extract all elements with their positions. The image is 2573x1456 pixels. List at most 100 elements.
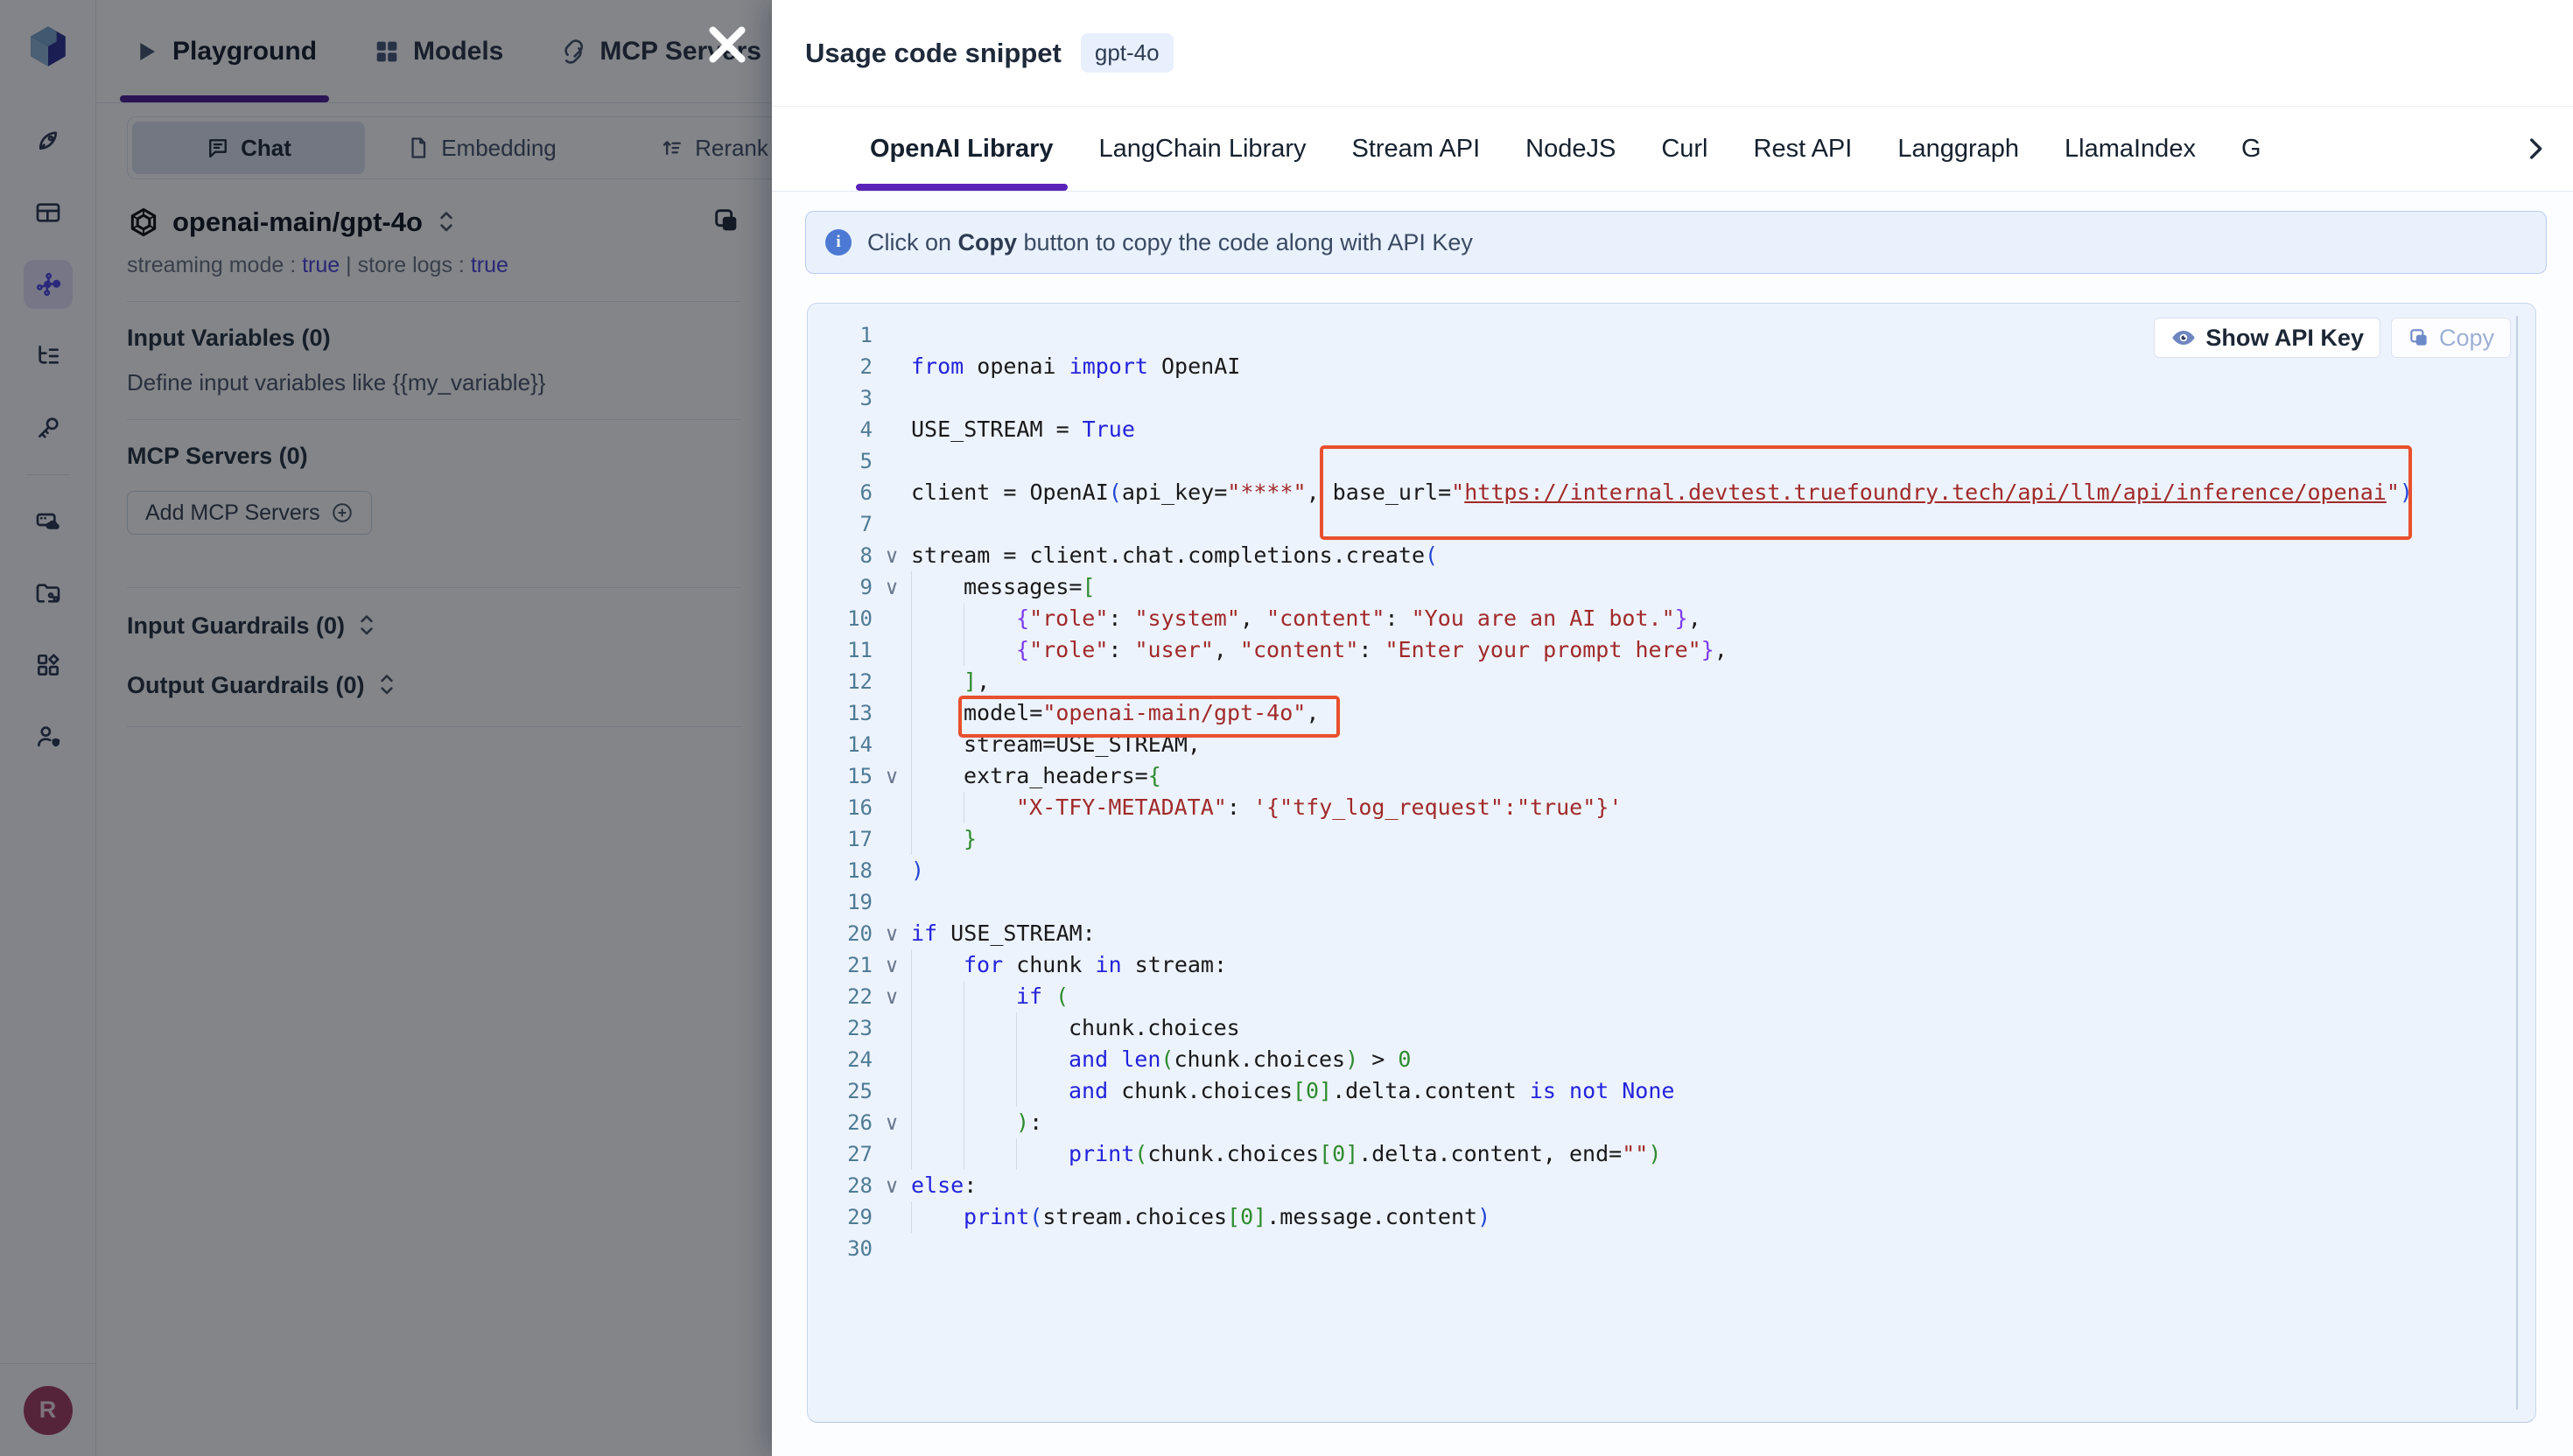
code-line-5: 5 (808, 445, 2535, 477)
code-text: else: (911, 1170, 977, 1201)
modal-tab-langgraph[interactable]: Langgraph (1875, 107, 2042, 191)
code-text: ): (911, 1107, 1042, 1138)
info-icon: i (825, 229, 852, 256)
code-text: "X-TFY-METADATA": '{"tfy_log_request":"t… (911, 792, 1622, 823)
fold-gutter (873, 414, 911, 445)
fold-chevron-icon[interactable]: ∨ (873, 949, 911, 981)
code-line-25: 25and chunk.choices[0].delta.content is … (808, 1075, 2535, 1107)
info-banner: i Click on Copy button to copy the code … (805, 211, 2547, 274)
modal-tab-langchain-library[interactable]: LangChain Library (1076, 107, 1329, 191)
fold-gutter (873, 634, 911, 666)
code-line-27: 27print(chunk.choices[0].delta.content, … (808, 1138, 2535, 1170)
line-number: 26 (808, 1107, 873, 1138)
fold-gutter (873, 697, 911, 729)
modal-tab-rest-api[interactable]: Rest API (1731, 107, 1875, 191)
line-number: 1 (808, 319, 873, 351)
code-line-13: 13model="openai-main/gpt-4o", (808, 697, 2535, 729)
code-text: for chunk in stream: (911, 949, 1227, 981)
fold-gutter (873, 445, 911, 477)
line-number: 21 (808, 949, 873, 981)
fold-chevron-icon[interactable]: ∨ (873, 571, 911, 603)
modal-tab-g[interactable]: G (2219, 107, 2284, 191)
modal-header: Usage code snippet gpt-4o (772, 0, 2573, 107)
code-line-10: 10{"role": "system", "content": "You are… (808, 603, 2535, 634)
code-line-9: 9∨messages=[ (808, 571, 2535, 603)
code-text: chunk.choices (911, 1012, 1240, 1044)
copy-code-button[interactable]: Copy (2391, 318, 2511, 358)
fold-chevron-icon[interactable]: ∨ (873, 981, 911, 1012)
code-line-8: 8∨stream = client.chat.completions.creat… (808, 540, 2535, 571)
fold-gutter (873, 1138, 911, 1170)
code-line-14: 14 stream=USE_STREAM, (808, 729, 2535, 760)
code-text: model="openai-main/gpt-4o", (911, 697, 1319, 729)
line-number: 11 (808, 634, 873, 666)
modal-title: Usage code snippet (805, 38, 1062, 69)
fold-gutter (873, 382, 911, 414)
modal-tab-bar: OpenAI LibraryLangChain LibraryStream AP… (772, 107, 2573, 192)
code-line-24: 24and len(chunk.choices) > 0 (808, 1044, 2535, 1075)
code-line-28: 28∨else: (808, 1170, 2535, 1201)
fold-gutter (873, 603, 911, 634)
fold-chevron-icon[interactable]: ∨ (873, 540, 911, 571)
code-line-29: 29print(stream.choices[0].message.conten… (808, 1201, 2535, 1233)
line-number: 28 (808, 1170, 873, 1201)
fold-gutter (873, 666, 911, 697)
modal-tab-openai-library[interactable]: OpenAI Library (847, 107, 1076, 191)
fold-gutter (873, 477, 911, 508)
modal-tab-nodejs[interactable]: NodeJS (1503, 107, 1638, 191)
line-number: 18 (808, 855, 873, 886)
usage-code-snippet-modal: Usage code snippet gpt-4o OpenAI Library… (772, 0, 2573, 1456)
code-line-19: 19 (808, 886, 2535, 918)
code-line-17: 17} (808, 823, 2535, 855)
fold-gutter (873, 792, 911, 823)
line-number: 4 (808, 414, 873, 445)
fold-chevron-icon[interactable]: ∨ (873, 918, 911, 949)
line-number: 19 (808, 886, 873, 918)
info-banner-text: Click on Copy button to copy the code al… (867, 229, 1473, 256)
fold-gutter (873, 1044, 911, 1075)
code-line-3: 3 (808, 382, 2535, 414)
app-root: R PlaygroundModelsMCP Servers ChatEmbedd… (0, 0, 2573, 1456)
code-line-30: 30 (808, 1233, 2535, 1264)
fold-gutter (873, 1075, 911, 1107)
code-line-20: 20∨if USE_STREAM: (808, 918, 2535, 949)
line-number: 6 (808, 477, 873, 508)
modal-backdrop[interactable] (0, 0, 772, 1456)
fold-gutter (873, 319, 911, 351)
fold-gutter (873, 855, 911, 886)
code-line-18: 18) (808, 855, 2535, 886)
code-text: client = OpenAI(api_key="****", base_url… (911, 477, 2413, 508)
code-line-26: 26∨): (808, 1107, 2535, 1138)
eye-icon (2170, 325, 2197, 351)
fold-chevron-icon[interactable]: ∨ (873, 1170, 911, 1201)
code-line-4: 4USE_STREAM = True (808, 414, 2535, 445)
close-modal-button[interactable] (704, 21, 751, 68)
code-line-6: 6 client = OpenAI(api_key="****", base_ur… (808, 477, 2535, 508)
fold-gutter (873, 886, 911, 918)
fold-chevron-icon[interactable]: ∨ (873, 1107, 911, 1138)
tabs-scroll-right-icon[interactable] (2520, 134, 2550, 164)
code-line-21: 21∨for chunk in stream: (808, 949, 2535, 981)
copy-icon (2408, 326, 2430, 349)
line-number: 3 (808, 382, 873, 414)
modal-tab-curl[interactable]: Curl (1638, 107, 1730, 191)
code-text: if USE_STREAM: (911, 918, 1096, 949)
code-panel: Show API Key Copy 12from openai import O… (807, 303, 2536, 1423)
code-scrollbar[interactable] (2516, 316, 2518, 1410)
code-editor[interactable]: 12from openai import OpenAI34USE_STREAM … (808, 304, 2535, 1422)
modal-tab-llamaindex[interactable]: LlamaIndex (2042, 107, 2219, 191)
show-api-key-button[interactable]: Show API Key (2154, 318, 2380, 358)
code-text: stream=USE_STREAM, (911, 729, 1201, 760)
modal-body: i Click on Copy button to copy the code … (772, 192, 2573, 1456)
model-badge: gpt-4o (1081, 33, 1174, 73)
modal-tab-stream-api[interactable]: Stream API (1329, 107, 1503, 191)
line-number: 10 (808, 603, 873, 634)
line-number: 5 (808, 445, 873, 477)
fold-chevron-icon[interactable]: ∨ (873, 760, 911, 792)
line-number: 14 (808, 729, 873, 760)
fold-gutter (873, 823, 911, 855)
fold-gutter (873, 729, 911, 760)
line-number: 24 (808, 1044, 873, 1075)
line-number: 25 (808, 1075, 873, 1107)
code-text: messages=[ (911, 571, 1096, 603)
